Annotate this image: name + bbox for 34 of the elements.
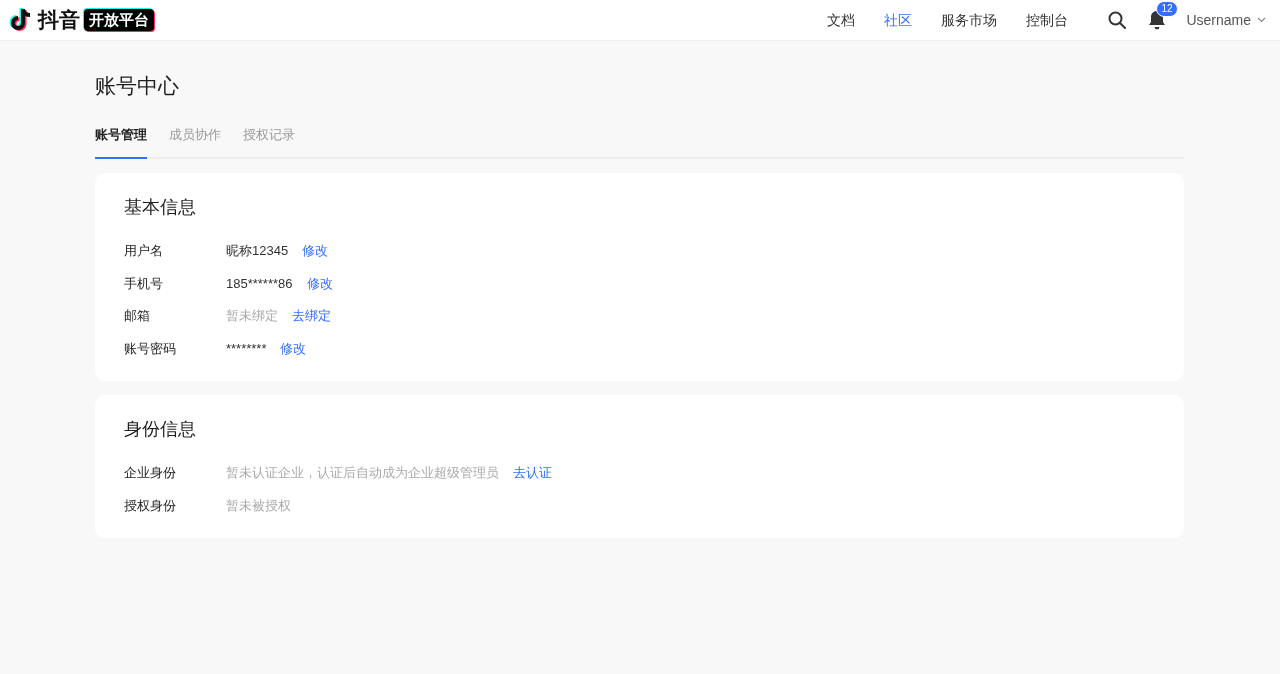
action-link[interactable]: 去绑定 bbox=[292, 306, 331, 326]
field-label: 手机号 bbox=[124, 274, 164, 293]
field-value: ******** bbox=[226, 339, 267, 358]
action-link[interactable]: 修改 bbox=[306, 273, 333, 293]
logo-icon bbox=[8, 7, 32, 33]
action-link[interactable]: 修改 bbox=[280, 338, 307, 358]
logo-text: 抖音 bbox=[38, 7, 80, 34]
field-label: 用户名 bbox=[124, 242, 164, 260]
field-value: 185******86 bbox=[226, 274, 293, 293]
nav-link[interactable]: 控制台 bbox=[1026, 9, 1069, 31]
nav-link[interactable]: 服务市场 bbox=[941, 9, 998, 31]
nav-link[interactable]: 社区 bbox=[884, 9, 913, 31]
user-menu[interactable]: Username bbox=[1186, 9, 1266, 31]
action-link[interactable]: 去认证 bbox=[513, 463, 552, 483]
field-value: 昵称12345 bbox=[226, 242, 289, 260]
page-title: 账号中心 bbox=[95, 73, 180, 99]
tab[interactable]: 成员协作 bbox=[169, 125, 221, 159]
field-label: 授权身份 bbox=[124, 496, 177, 515]
logo-badge: 开放平台 bbox=[84, 9, 154, 31]
field-label: 企业身份 bbox=[124, 464, 177, 482]
action-link[interactable]: 修改 bbox=[302, 241, 329, 261]
field-value: 暂未绑定 bbox=[226, 307, 278, 325]
notification-badge: 12 bbox=[1156, 1, 1178, 17]
tab[interactable]: 账号管理 bbox=[95, 125, 147, 159]
section-title: 基本信息 bbox=[124, 195, 197, 219]
field-label: 账号密码 bbox=[124, 339, 177, 358]
chevron-down-icon bbox=[1257, 17, 1266, 23]
field-value: 暂未被授权 bbox=[226, 496, 291, 515]
field-label: 邮箱 bbox=[124, 307, 151, 325]
field-value: 暂未认证企业，认证后自动成为企业超级管理员 bbox=[226, 464, 499, 482]
tab[interactable]: 授权记录 bbox=[243, 125, 295, 159]
nav-link[interactable]: 文档 bbox=[827, 9, 856, 31]
section-title: 身份信息 bbox=[124, 417, 197, 441]
search-icon[interactable] bbox=[1108, 11, 1127, 29]
